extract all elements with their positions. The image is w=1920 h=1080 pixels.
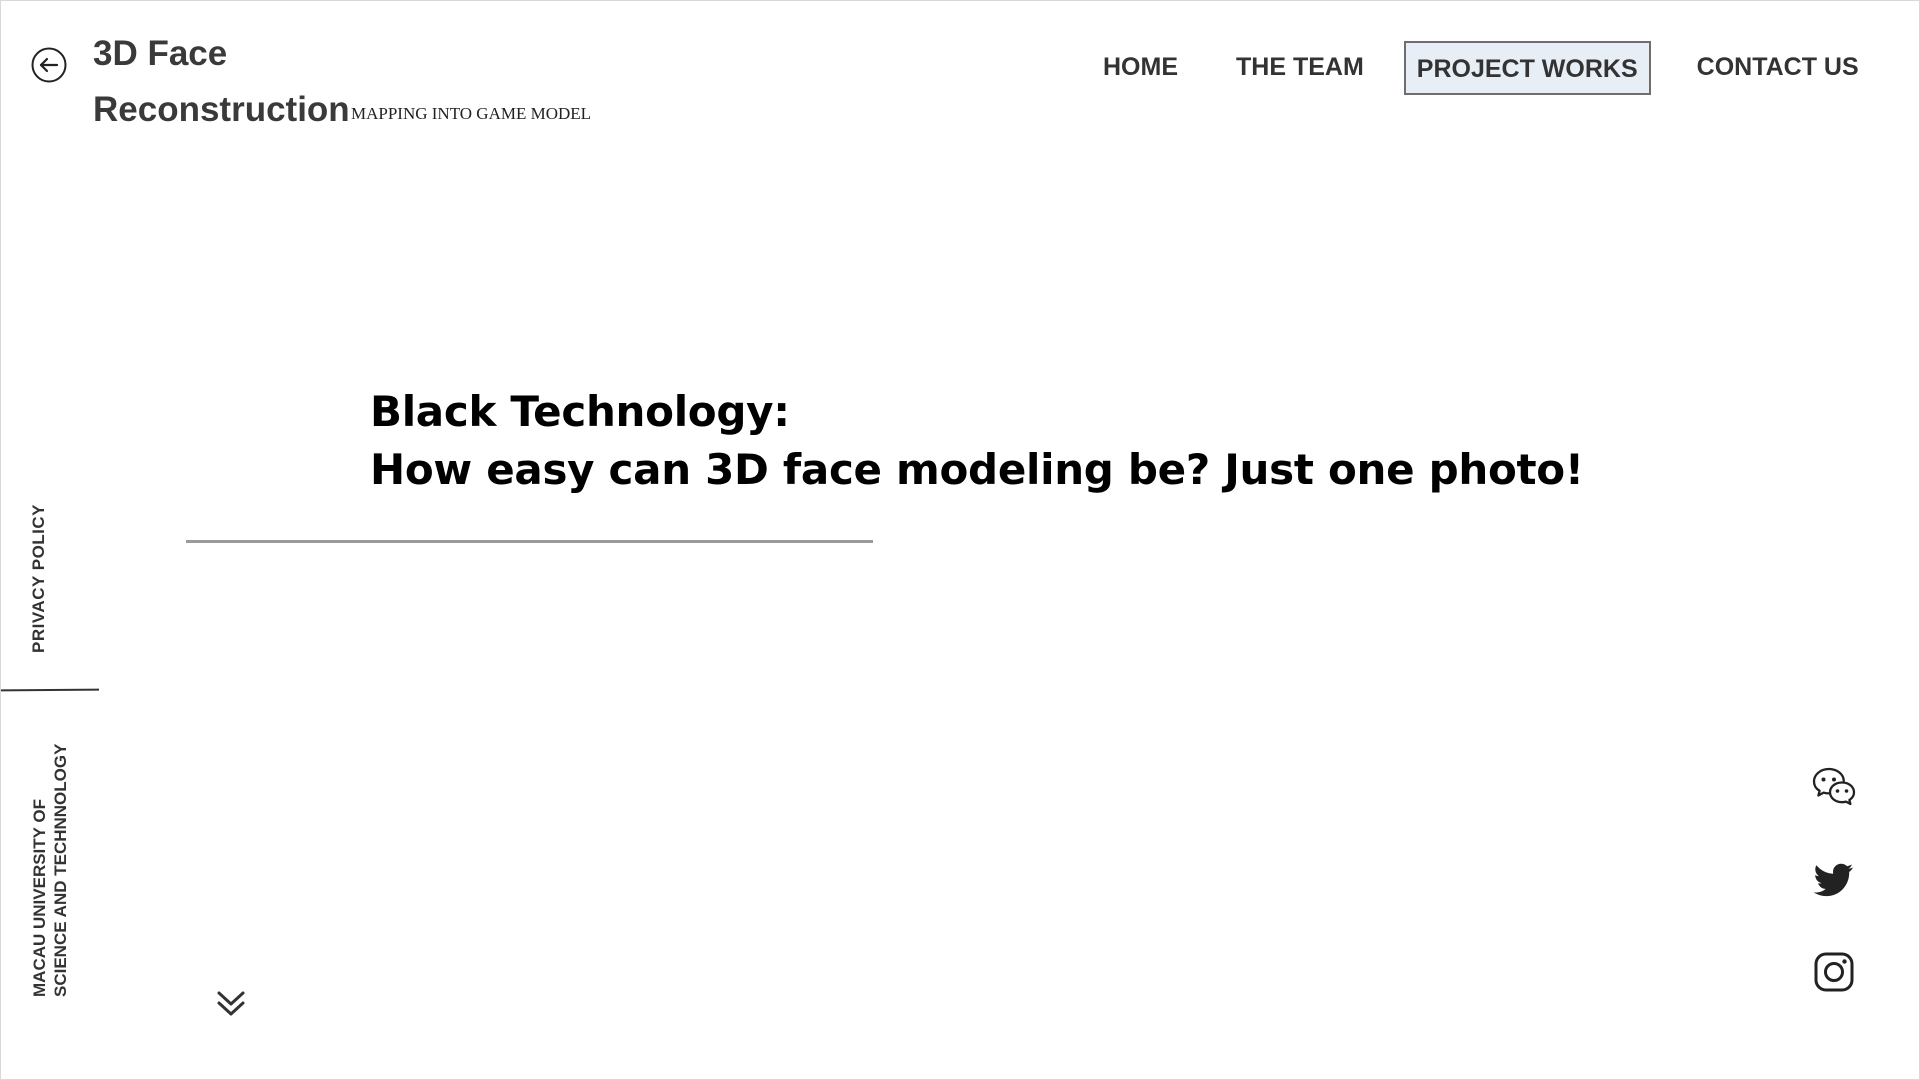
twitter-icon: [1813, 863, 1853, 897]
hero-line2: How easy can 3D face modeling be? Just o…: [370, 445, 1584, 494]
hero-heading: Black Technology: How easy can 3D face m…: [370, 383, 1670, 499]
hero-line1: Black Technology:: [370, 387, 790, 436]
nav-home[interactable]: HOME: [1091, 41, 1190, 95]
brand-title-line2: Reconstruction: [93, 90, 350, 129]
double-chevron-down-icon: [217, 991, 245, 1016]
scroll-down-button[interactable]: [216, 987, 246, 1019]
wechat-icon: [1812, 767, 1856, 806]
wechat-link[interactable]: [1811, 763, 1857, 809]
nav-project-works[interactable]: PROJECT WORKS: [1403, 41, 1651, 95]
privacy-policy-link[interactable]: PRIVACY POLICY: [29, 504, 49, 653]
brand-title: 3D Face Reconstruction: [93, 26, 355, 138]
university-line1: MACAU UNIVERSITY OF: [30, 798, 49, 997]
nav-contact-us[interactable]: CONTACT US: [1685, 41, 1871, 95]
instagram-icon: [1814, 952, 1854, 992]
twitter-link[interactable]: [1811, 857, 1857, 903]
brand-subtitle: MAPPING INTO GAME MODEL: [351, 104, 592, 123]
brand: 3D Face Reconstruction MAPPING INTO GAME…: [93, 26, 595, 138]
rail-divider: [0, 688, 100, 692]
instagram-link[interactable]: [1811, 949, 1857, 995]
circle-arrow-left-icon: [31, 47, 67, 83]
university-line2: SCIENCE AND TECHNNOLOGY: [51, 743, 70, 997]
nav-the-team[interactable]: THE TEAM: [1224, 41, 1376, 95]
back-button[interactable]: [30, 46, 68, 84]
main-nav: HOME THE TEAM PROJECT WORKS CONTACT US: [1091, 41, 1871, 95]
hero-divider: [186, 540, 873, 543]
brand-title-line1: 3D Face: [93, 34, 228, 73]
page: 3D Face Reconstruction MAPPING INTO GAME…: [0, 0, 1920, 1080]
university-name: MACAU UNIVERSITY OF SCIENCE AND TECHNNOL…: [29, 744, 71, 997]
